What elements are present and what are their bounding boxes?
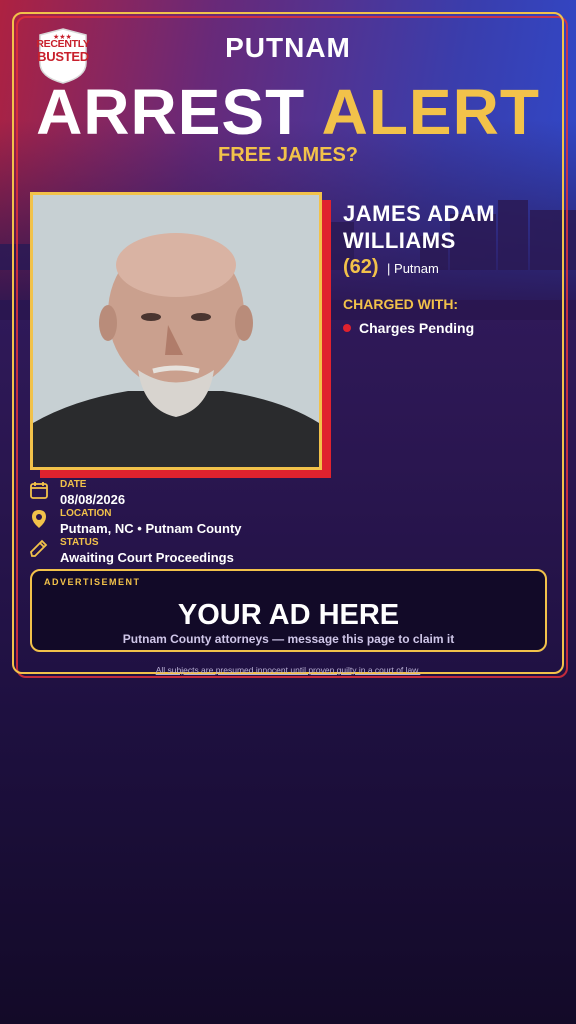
status-pen-icon — [30, 539, 48, 557]
advertisement-box[interactable]: ADVERTISEMENT YOUR AD HERE Putnam County… — [30, 569, 547, 652]
date-label: DATE — [60, 479, 87, 490]
charge-text: Charges Pending — [359, 320, 475, 336]
county-title: PUTNAM — [225, 32, 351, 63]
location-pin-icon — [32, 510, 46, 528]
person-age: (62) — [343, 256, 379, 278]
ad-subtitle: Putnam County attorneys — message this p… — [122, 632, 455, 646]
person-name: JAMES ADAM WILLIAMS — [343, 200, 563, 254]
headline: ARREST ALERT — [0, 80, 576, 144]
status-label: STATUS — [60, 537, 99, 548]
bullet-dot-icon — [343, 324, 351, 332]
location-value: Putnam, NC • Putnam County — [60, 521, 242, 536]
mugshot-photo — [30, 192, 322, 470]
calendar-icon — [30, 482, 48, 499]
subheadline: FREE JAMES? — [217, 144, 359, 166]
charged-with-label: CHARGED WITH: — [343, 296, 459, 312]
charge-item: Charges Pending — [343, 320, 474, 336]
ad-tag: ADVERTISEMENT — [44, 577, 141, 587]
disclaimer: All subjects are presumed innocent until… — [155, 665, 421, 675]
status-value: Awaiting Court Proceedings — [60, 550, 234, 565]
date-value: 08/08/2026 — [60, 492, 126, 507]
person-location-short: | Putnam — [387, 261, 439, 276]
age-row: (62) | Putnam — [343, 256, 439, 279]
ad-title: YOUR AD HERE — [177, 599, 400, 631]
name-line2: WILLIAMS — [343, 228, 456, 253]
headline-arrest: ARREST — [36, 76, 306, 148]
name-line1: JAMES ADAM — [343, 201, 496, 226]
person-portrait — [33, 195, 319, 467]
location-label: LOCATION — [60, 508, 112, 519]
headline-alert: ALERT — [321, 76, 540, 148]
